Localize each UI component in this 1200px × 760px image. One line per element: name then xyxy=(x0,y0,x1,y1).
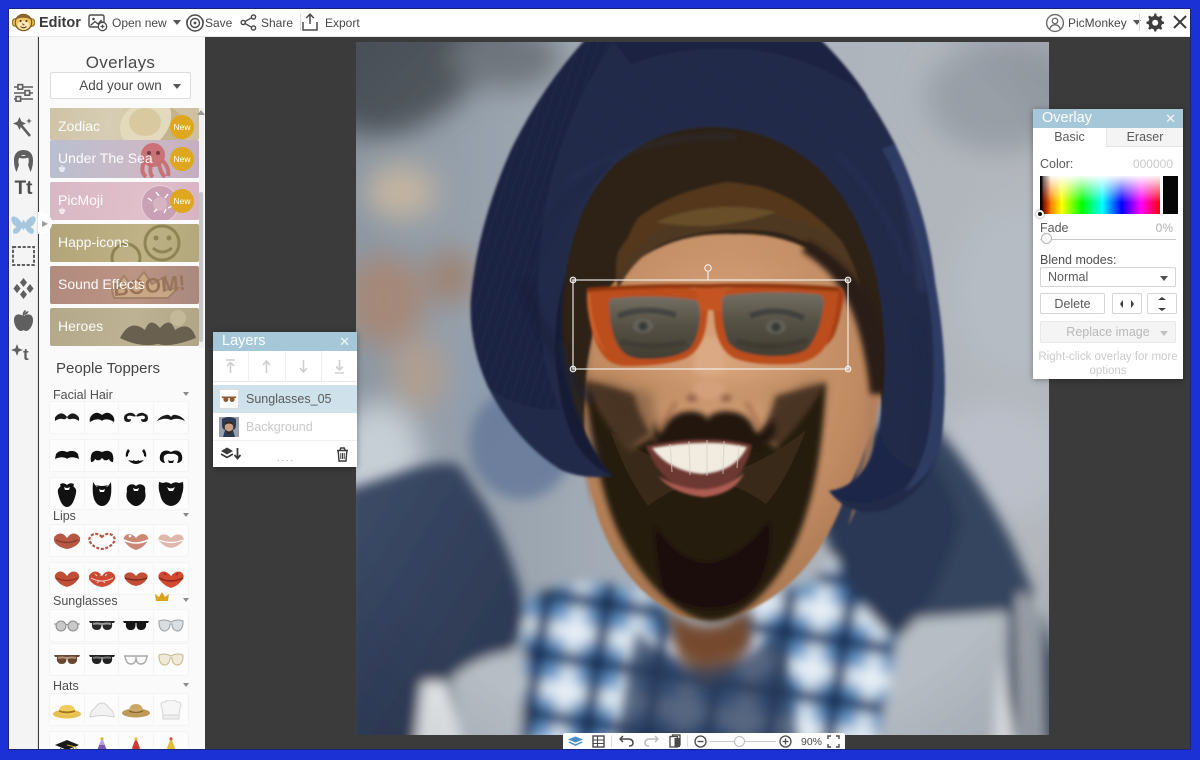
svg-text:t: t xyxy=(23,345,29,364)
